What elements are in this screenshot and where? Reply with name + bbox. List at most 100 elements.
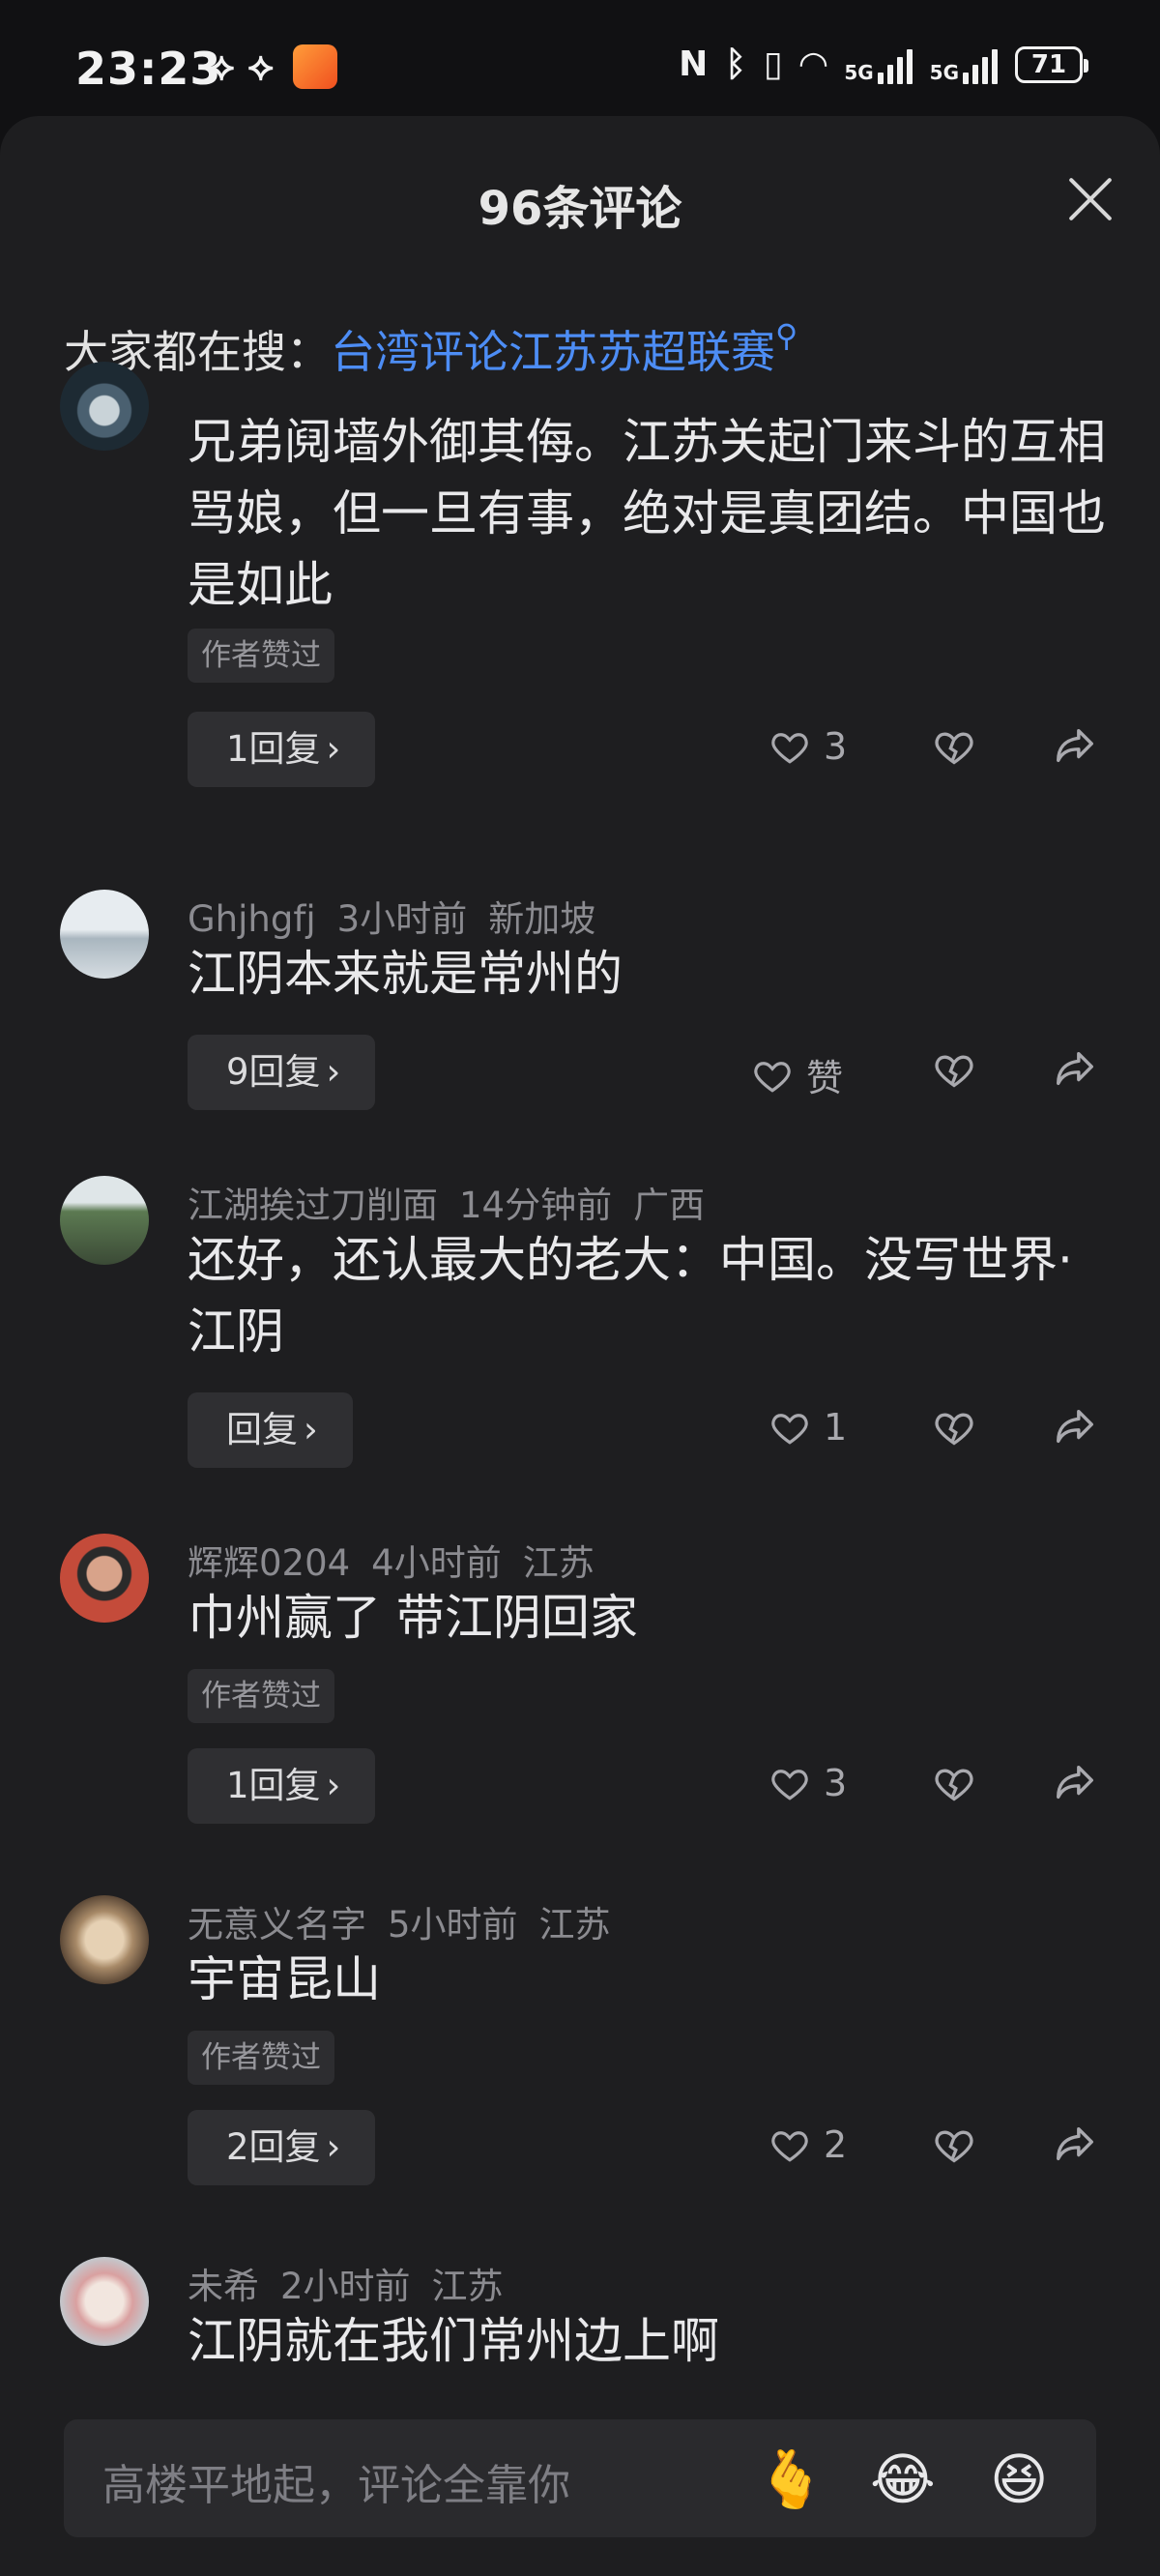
comment-time: 3小时前 — [336, 898, 468, 940]
chevron-right-icon: › — [326, 728, 341, 770]
comment-text: 还好，还认最大的老大：中国。没写世界·江阴 — [188, 1232, 1073, 1360]
username[interactable]: 未希 — [188, 2266, 259, 2307]
comment-meta: Ghjhgfj 3小时前 新加坡 — [188, 890, 617, 942]
author-liked-tag: 作者赞过 — [188, 2031, 334, 2085]
avatar[interactable] — [60, 1534, 149, 1623]
battery-indicator: 71 — [1015, 45, 1088, 83]
comment-meta: 无意义名字 5小时前 江苏 — [188, 1895, 632, 1947]
comment-text: 巾州赢了 带江阴回家 — [188, 1590, 638, 1646]
close-icon[interactable] — [1063, 172, 1117, 226]
like-button[interactable]: 1 — [769, 1406, 847, 1449]
signal-label: 5G — [844, 60, 874, 84]
comment-text: 江阴就在我们常州边上啊 — [188, 2313, 719, 2369]
wifi-hotspot-icon: ⟡ — [247, 44, 274, 89]
comment-text: 宇宙昆山 — [188, 1951, 381, 2007]
share-icon[interactable] — [1050, 1760, 1100, 1804]
author-liked-tag: 作者赞过 — [188, 1669, 334, 1723]
reply-count: 2回复 — [226, 2126, 321, 2168]
comment-meta: 江湖挨过刀削面 14分钟前 广西 — [188, 1176, 726, 1228]
laughing-crying-emoji-button[interactable]: 😂 — [870, 2446, 936, 2512]
chevron-right-icon: › — [326, 1765, 341, 1806]
username[interactable]: 无意义名字 — [188, 1904, 366, 1946]
like-count: 3 — [824, 1762, 848, 1804]
like-count: 2 — [824, 2123, 848, 2166]
comment-input[interactable]: 高楼平地起，评论全靠你 🫰 😂 😆 — [64, 2419, 1096, 2537]
like-count: 3 — [824, 725, 848, 768]
heart-icon — [754, 1061, 791, 1093]
like-button[interactable]: 2 — [769, 2123, 847, 2166]
comment-location: 江苏 — [431, 2266, 504, 2307]
like-button[interactable]: 赞 — [752, 1048, 843, 1101]
comment-location: 新加坡 — [488, 898, 596, 940]
comment-location: 江苏 — [522, 1542, 594, 1584]
reply-button[interactable]: 9回复 › — [188, 1035, 376, 1110]
app-notification-icon — [292, 44, 337, 89]
username[interactable]: Ghjhgfj — [188, 898, 316, 940]
avatar[interactable] — [60, 2257, 149, 2346]
heart-icon — [771, 1770, 808, 1800]
comment-location: 江苏 — [538, 1904, 611, 1946]
like-button[interactable]: 3 — [769, 725, 847, 768]
reply-count: 回复 — [226, 1409, 298, 1450]
share-icon[interactable] — [1050, 1404, 1100, 1449]
chevron-right-icon: › — [304, 1409, 318, 1450]
heart-icon — [771, 733, 808, 764]
reply-button[interactable]: 回复 › — [188, 1392, 353, 1468]
share-icon[interactable] — [1050, 723, 1100, 768]
broken-heart-icon[interactable] — [930, 1762, 978, 1804]
reply-button[interactable]: 1回复 › — [188, 712, 376, 787]
wifi-hotspot-icon: ⟡ — [209, 44, 235, 89]
search-query-link[interactable]: 台湾评论江苏苏超联赛 — [331, 326, 775, 378]
reply-count: 1回复 — [226, 728, 321, 770]
status-time: 23:23 — [75, 43, 222, 95]
wifi-icon: ◠ — [799, 44, 827, 84]
broken-heart-icon[interactable] — [930, 725, 978, 768]
avatar[interactable] — [60, 1895, 149, 1984]
comment-time: 5小时前 — [388, 1904, 518, 1946]
comments-sheet: 96条评论 大家都在搜：台湾评论江苏苏超联赛⚲ 兄弟阋墙外御其侮。江苏关起门来斗… — [0, 116, 1160, 2576]
grinning-emoji-button[interactable]: 😆 — [990, 2446, 1048, 2512]
5g-signal-icon: 5G — [930, 45, 998, 84]
comments-title: 96条评论 — [478, 182, 682, 236]
like-count: 赞 — [806, 1057, 844, 1099]
broken-heart-icon[interactable] — [930, 1406, 978, 1449]
search-icon[interactable]: ⚲ — [775, 317, 798, 354]
reply-count: 9回复 — [226, 1051, 321, 1093]
bluetooth-icon: ᛒ — [725, 44, 746, 84]
comment-text: 兄弟阋墙外御其侮。江苏关起门来斗的互相骂娘，但一旦有事，绝对是真团结。中国也是如… — [188, 414, 1106, 613]
avatar[interactable] — [60, 890, 149, 979]
reply-count: 1回复 — [226, 1765, 321, 1806]
nfc-icon: N — [679, 44, 709, 84]
like-button[interactable]: 3 — [769, 1762, 847, 1804]
reply-button[interactable]: 2回复 › — [188, 2110, 376, 2185]
status-right-icons: N ᛒ ▯ ◠ 5G 5G 71 — [679, 44, 1088, 84]
chevron-right-icon: › — [326, 2126, 341, 2168]
comment-text: 江阴本来就是常州的 — [188, 946, 623, 1002]
comment-meta: 未希 2小时前 江苏 — [188, 2257, 525, 2309]
vibrate-icon: ▯ — [763, 44, 783, 84]
chevron-right-icon: › — [326, 1051, 341, 1093]
author-liked-tag: 作者赞过 — [188, 629, 334, 683]
broken-heart-icon[interactable] — [930, 2123, 978, 2166]
reply-button[interactable]: 1回复 › — [188, 1748, 376, 1824]
comment-input-placeholder: 高楼平地起，评论全靠你 — [102, 2461, 570, 2510]
heart-icon — [771, 2131, 808, 2162]
avatar[interactable] — [60, 1176, 149, 1265]
broken-heart-icon[interactable] — [930, 1048, 978, 1091]
status-left-icons: ⟡ ⟡ — [209, 44, 337, 89]
share-icon[interactable] — [1050, 1046, 1100, 1091]
finger-heart-emoji-button[interactable]: 🫰 — [756, 2446, 826, 2513]
comment-time: 2小时前 — [280, 2266, 411, 2307]
like-count: 1 — [824, 1406, 848, 1449]
comment-meta: 辉辉0204 4小时前 江苏 — [188, 1534, 616, 1586]
signal-label: 5G — [929, 60, 959, 84]
5g-signal-icon: 5G — [844, 45, 913, 84]
share-icon[interactable] — [1050, 2122, 1100, 2166]
username[interactable]: 江湖挨过刀削面 — [188, 1185, 438, 1226]
avatar[interactable] — [60, 362, 149, 451]
status-bar: 23:23 ⟡ ⟡ N ᛒ ▯ ◠ 5G 5G 71 — [0, 0, 1160, 126]
comment-location: 广西 — [633, 1185, 706, 1226]
comment-time: 14分钟前 — [459, 1185, 613, 1226]
username[interactable]: 辉辉0204 — [188, 1542, 350, 1584]
heart-icon — [771, 1414, 808, 1445]
